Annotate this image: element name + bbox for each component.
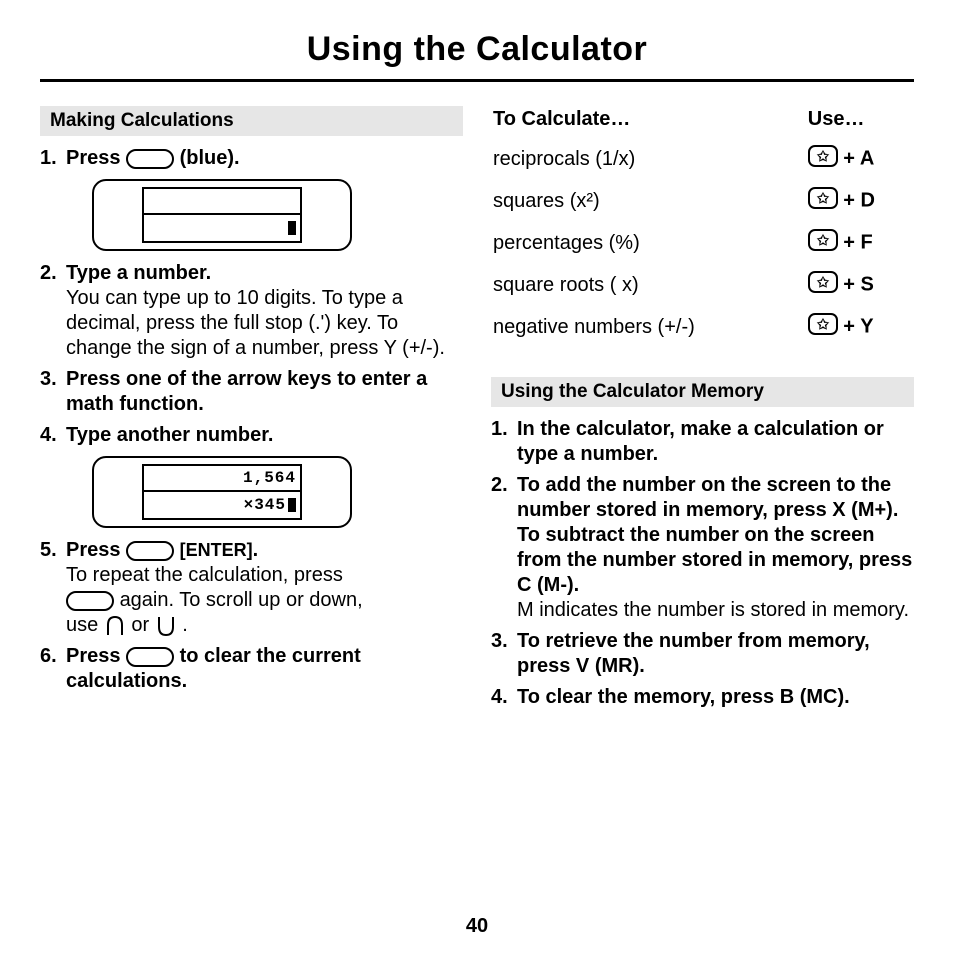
table-row: squares (x²) ✩ + D bbox=[493, 181, 912, 221]
lcd-display-1 bbox=[92, 179, 352, 251]
step-5-body-3c: . bbox=[182, 614, 188, 636]
star-key-icon: ✩ bbox=[808, 187, 838, 215]
step-3-head: Press one of the arrow keys to enter a m… bbox=[66, 368, 427, 415]
page-title: Using the Calculator bbox=[40, 30, 914, 69]
svg-text:✩: ✩ bbox=[816, 190, 830, 206]
star-key-icon: ✩ bbox=[808, 229, 838, 257]
step-5-body-3b: or bbox=[131, 614, 154, 636]
th-to-calculate: To Calculate… bbox=[493, 108, 806, 137]
svg-text:✩: ✩ bbox=[816, 274, 830, 290]
use-cell: ✩ + D bbox=[808, 181, 912, 221]
mem-step-3-text: To retrieve the number from memory, pres… bbox=[517, 630, 870, 677]
mem-step-4-text: To clear the memory, press B (MC). bbox=[517, 686, 850, 708]
functions-table: To Calculate… Use… reciprocals (1/x) ✩ +… bbox=[491, 106, 914, 349]
star-key-icon: ✩ bbox=[808, 145, 838, 173]
calc-cell: percentages (%) bbox=[493, 223, 806, 263]
use-cell: ✩ + S bbox=[808, 265, 912, 305]
making-calculations-steps: Press (blue). Type a number. You can typ… bbox=[40, 146, 463, 694]
use-cell: ✩ + F bbox=[808, 223, 912, 263]
mem-step-2-strong: To add the number on the screen to the n… bbox=[517, 474, 912, 596]
title-rule bbox=[40, 79, 914, 82]
use-cell: ✩ + Y bbox=[808, 307, 912, 347]
svg-text:✩: ✩ bbox=[816, 232, 830, 248]
table-row: reciprocals (1/x) ✩ + A bbox=[493, 139, 912, 179]
section-header-making-calculations: Making Calculations bbox=[40, 106, 463, 136]
mem-step-2: To add the number on the screen to the n… bbox=[491, 473, 914, 623]
right-column: To Calculate… Use… reciprocals (1/x) ✩ +… bbox=[491, 106, 914, 716]
step-4: Type another number. 1,564 ×345 bbox=[40, 423, 463, 528]
step-5-body-3a: use bbox=[66, 614, 104, 636]
oval-button-icon bbox=[126, 647, 174, 667]
lcd-2-row-1: 1,564 bbox=[142, 464, 302, 492]
enter-label: [ENTER] bbox=[180, 540, 253, 560]
section-header-memory: Using the Calculator Memory bbox=[491, 377, 914, 407]
left-column: Making Calculations Press (blue). Type a… bbox=[40, 106, 463, 716]
oval-button-icon bbox=[126, 149, 174, 169]
calc-cell: square roots ( x) bbox=[493, 265, 806, 305]
lcd-2-row-2: ×345 bbox=[142, 492, 302, 520]
step-2: Type a number. You can type up to 10 dig… bbox=[40, 261, 463, 361]
content-columns: Making Calculations Press (blue). Type a… bbox=[40, 106, 914, 716]
oval-button-icon bbox=[66, 591, 114, 611]
step-5-body-1: To repeat the calculation, press bbox=[66, 564, 343, 586]
svg-text:✩: ✩ bbox=[816, 316, 830, 332]
use-cell: ✩ + A bbox=[808, 139, 912, 179]
step-4-head: Type another number. bbox=[66, 424, 273, 446]
cursor-icon bbox=[288, 221, 296, 235]
star-key-icon: ✩ bbox=[808, 271, 838, 299]
up-arrow-key-icon bbox=[104, 615, 126, 637]
memory-steps: In the calculator, make a calculation or… bbox=[491, 417, 914, 710]
step-1-text-b: (blue). bbox=[180, 147, 240, 169]
cursor-icon bbox=[288, 498, 296, 512]
step-2-head: Type a number. bbox=[66, 262, 211, 284]
table-row: negative numbers (+/-) ✩ + Y bbox=[493, 307, 912, 347]
star-key-icon: ✩ bbox=[808, 313, 838, 341]
calc-cell: negative numbers (+/-) bbox=[493, 307, 806, 347]
step-2-body: You can type up to 10 digits. To type a … bbox=[66, 287, 445, 359]
step-5-text-b: . bbox=[253, 539, 259, 561]
step-1: Press (blue). bbox=[40, 146, 463, 251]
mem-step-2-body: M indicates the number is stored in memo… bbox=[517, 599, 909, 621]
mem-step-1-text: In the calculator, make a calculation or… bbox=[517, 418, 884, 465]
lcd-1-row-1 bbox=[142, 187, 302, 215]
mem-step-4: To clear the memory, press B (MC). bbox=[491, 685, 914, 710]
mem-step-1: In the calculator, make a calculation or… bbox=[491, 417, 914, 467]
page-number: 40 bbox=[0, 915, 954, 938]
lcd-1-row-2 bbox=[142, 215, 302, 243]
calc-cell: reciprocals (1/x) bbox=[493, 139, 806, 179]
mem-step-3: To retrieve the number from memory, pres… bbox=[491, 629, 914, 679]
svg-text:✩: ✩ bbox=[816, 148, 830, 164]
step-5-text-a: Press bbox=[66, 539, 126, 561]
lcd-display-2: 1,564 ×345 bbox=[92, 456, 352, 528]
step-5-body-2a: again. To scroll up or down, bbox=[120, 589, 363, 611]
step-6: Press to clear the current calculations. bbox=[40, 644, 463, 694]
step-3: Press one of the arrow keys to enter a m… bbox=[40, 367, 463, 417]
step-6-text-a: Press bbox=[66, 645, 126, 667]
calc-cell: squares (x²) bbox=[493, 181, 806, 221]
down-arrow-key-icon bbox=[155, 615, 177, 637]
step-5: Press [ENTER]. To repeat the calculation… bbox=[40, 538, 463, 638]
oval-button-icon bbox=[126, 541, 174, 561]
table-row: percentages (%) ✩ + F bbox=[493, 223, 912, 263]
table-row: square roots ( x) ✩ + S bbox=[493, 265, 912, 305]
th-use: Use… bbox=[808, 108, 912, 137]
step-1-text-a: Press bbox=[66, 147, 126, 169]
